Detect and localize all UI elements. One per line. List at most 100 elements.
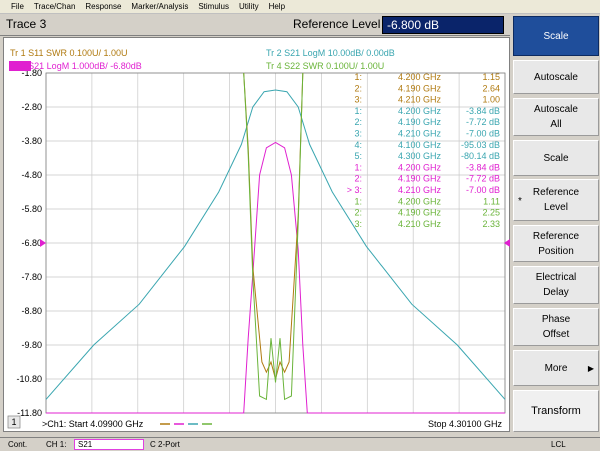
menu-trace-chan[interactable]: Trace/Chan xyxy=(29,2,81,11)
softkey-scale[interactable]: Scale xyxy=(513,16,599,56)
status-measurement: S21 xyxy=(78,440,93,449)
marker-frequency: 4.210 GHz xyxy=(398,185,442,195)
trace-legend-tr3: Tr 3 S21 LogM 1.000dB/ -6.80dB xyxy=(10,61,142,71)
marker-number: 1: xyxy=(354,196,362,206)
menu-response[interactable]: Response xyxy=(80,2,126,11)
softkey-reference-position[interactable]: Reference Position xyxy=(513,225,599,262)
softkey-scale[interactable]: Scale xyxy=(513,140,599,176)
marker-value: 2.25 xyxy=(482,208,500,218)
softkey-transform[interactable]: Transform xyxy=(513,390,599,432)
marker-frequency: 4.200 GHz xyxy=(398,72,442,82)
status-cont: Cont. xyxy=(8,440,28,449)
reference-level-input[interactable]: -6.800 dB xyxy=(382,16,504,34)
softkey-autoscale-all[interactable]: Autoscale All xyxy=(513,98,599,136)
marker-number: 5: xyxy=(354,151,362,161)
marker-number: 2: xyxy=(354,208,362,218)
y-tick-label: -2.80 xyxy=(21,102,42,112)
y-tick-label: -5.80 xyxy=(21,204,42,214)
marker-frequency: 4.190 GHz xyxy=(398,117,442,127)
marker-frequency: 4.210 GHz xyxy=(398,95,442,105)
reference-level-label: Reference Level xyxy=(293,17,381,31)
marker-value: -7.00 dB xyxy=(466,129,500,139)
marker-value: -80.14 dB xyxy=(461,151,500,161)
y-tick-label: -6.80 xyxy=(21,238,42,248)
softkey-label: More xyxy=(544,362,568,374)
trace-header: Trace 3 Reference Level -6.800 dB xyxy=(0,14,510,36)
marker-number: 1: xyxy=(354,162,362,172)
marker-frequency: 4.300 GHz xyxy=(398,151,442,161)
marker-frequency: 4.200 GHz xyxy=(398,162,442,172)
y-tick-label: -11.80 xyxy=(17,408,42,418)
trace-legend-tr1: Tr 1 S11 SWR 0.100U/ 1.00U xyxy=(10,48,128,58)
marker-value: 1.00 xyxy=(482,95,500,105)
softkey-panel: Scale Autoscale Autoscale All Scale Referenc… xyxy=(511,14,600,437)
menu-stimulus[interactable]: Stimulus xyxy=(193,2,234,11)
status-lcl: LCL xyxy=(551,440,566,449)
active-function-star-icon: * xyxy=(518,196,522,207)
marker-frequency: 4.100 GHz xyxy=(398,140,442,150)
submenu-arrow-icon: ▶ xyxy=(587,363,594,373)
status-channel: CH 1: xyxy=(46,440,67,449)
menu-utility[interactable]: Utility xyxy=(234,2,264,11)
softkey-more[interactable]: More ▶ xyxy=(513,350,599,386)
stop-frequency: Stop 4.30100 GHz xyxy=(428,419,503,429)
softkey-label: Autoscale All xyxy=(534,104,578,130)
status-bar: Cont. CH 1: S21 C 2-Port LCL xyxy=(0,437,600,451)
menu-marker-analysis[interactable]: Marker/Analysis xyxy=(126,2,193,11)
marker-value: 1.11 xyxy=(483,196,500,206)
softkey-label: Autoscale xyxy=(534,71,578,83)
y-tick-label: -3.80 xyxy=(21,136,42,146)
marker-frequency: 4.190 GHz xyxy=(398,83,442,93)
marker-value: -95.03 dB xyxy=(461,140,500,150)
y-tick-label: -4.80 xyxy=(21,170,42,180)
softkey-label: Transform xyxy=(531,404,581,417)
marker-number: 1: xyxy=(354,72,362,82)
softkey-label: Scale xyxy=(543,152,569,164)
softkey-phase-offset[interactable]: Phase Offset xyxy=(513,308,599,346)
trace-line-4 xyxy=(243,72,304,401)
marker-number: 1: xyxy=(354,106,362,116)
marker-frequency: 4.190 GHz xyxy=(398,174,442,184)
softkey-reference-level[interactable]: Reference Level * xyxy=(513,179,599,221)
marker-value: 2.33 xyxy=(482,219,500,229)
softkey-label: Electrical Delay xyxy=(535,272,577,298)
marker-value: 1.15 xyxy=(482,72,500,82)
marker-value: -7.00 dB xyxy=(466,185,500,195)
softkey-electrical-delay[interactable]: Electrical Delay xyxy=(513,266,599,304)
plot-svg: -1.80-2.80-3.80-4.80-5.80-6.80-7.80-8.80… xyxy=(7,48,510,429)
marker-number: 3: xyxy=(354,129,362,139)
measurement-plot[interactable]: -1.80 -2.80 -3.80 -4.80 -5.80 -6.80 -7.80 -8.80… xyxy=(3,37,510,432)
y-tick-label: -10.80 xyxy=(16,374,42,384)
softkey-label: Reference Level xyxy=(532,187,580,213)
marker-number: 3: xyxy=(354,219,362,229)
menu-help[interactable]: Help xyxy=(264,2,290,11)
trace-legend-tr4: Tr 4 S22 SWR 0.100U/ 1.00U xyxy=(266,61,384,71)
marker-number: 4: xyxy=(354,140,362,150)
marker-frequency: 4.200 GHz xyxy=(398,196,442,206)
marker-number: > 3: xyxy=(347,185,362,195)
marker-frequency: 4.210 GHz xyxy=(398,219,442,229)
marker-number: 3: xyxy=(354,95,362,105)
softkey-label: Scale xyxy=(543,30,569,42)
channel-number: 1 xyxy=(11,417,16,427)
softkey-label: Phase Offset xyxy=(541,314,571,340)
start-frequency: >Ch1: Start 4.09900 GHz xyxy=(42,419,144,429)
y-tick-label: -7.80 xyxy=(21,272,42,282)
y-tick-label: -8.80 xyxy=(21,306,42,316)
menu-bar: File Trace/Chan Response Marker/Analysis Sti… xyxy=(0,0,600,14)
marker-frequency: 4.190 GHz xyxy=(398,208,442,218)
y-tick-label: -9.80 xyxy=(21,340,42,350)
marker-frequency: 4.210 GHz xyxy=(398,129,442,139)
softkey-label: Reference Position xyxy=(532,230,580,257)
menu-file[interactable]: File xyxy=(6,2,29,11)
marker-value: -7.72 dB xyxy=(466,117,500,127)
marker-value: 2.64 xyxy=(482,83,500,93)
reference-arrow-icon xyxy=(40,239,46,247)
marker-frequency: 4.200 GHz xyxy=(398,106,442,116)
trace-title: Trace 3 xyxy=(6,17,47,31)
status-port: C 2-Port xyxy=(150,440,180,449)
marker-number: 2: xyxy=(354,117,362,127)
softkey-autoscale[interactable]: Autoscale xyxy=(513,60,599,94)
marker-value: -3.84 dB xyxy=(466,106,500,116)
marker-number: 2: xyxy=(354,174,362,184)
